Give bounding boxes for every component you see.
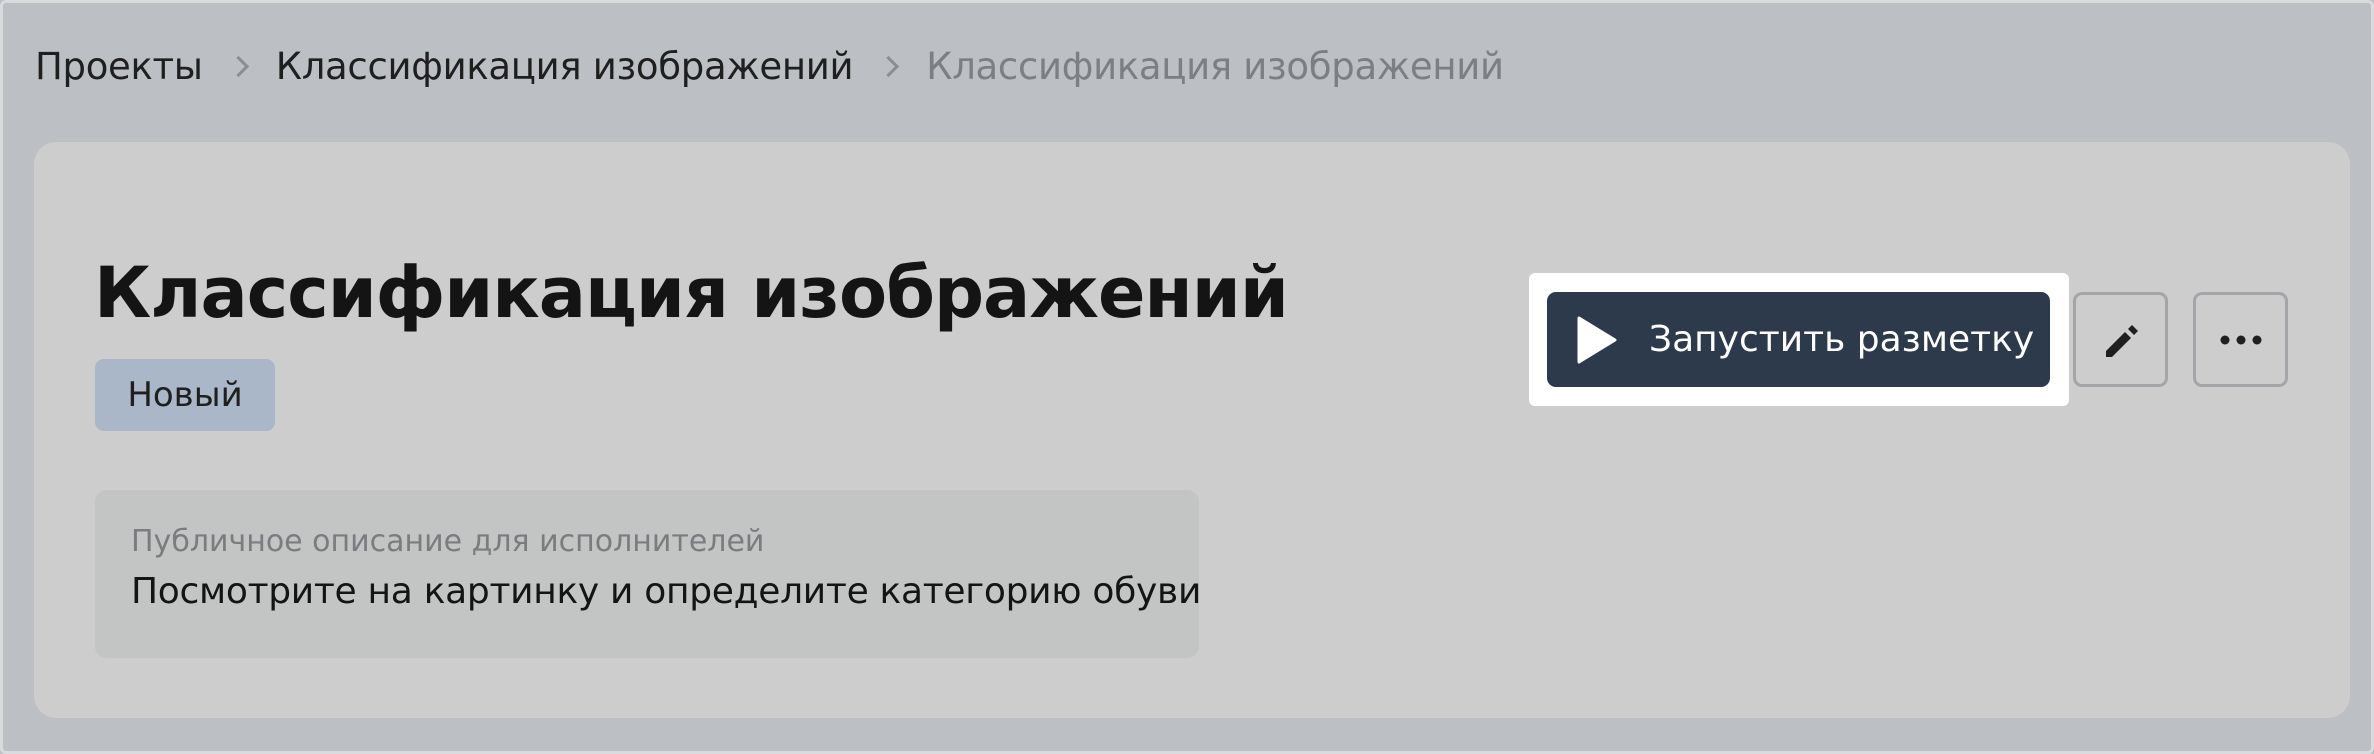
status-badge: Новый — [95, 359, 275, 431]
start-labeling-label: Запустить разметку — [1649, 319, 2035, 360]
public-description: Публичное описание для исполнителей Посм… — [95, 490, 1202, 658]
breadcrumb-item-current: Классификация изображений — [926, 44, 1504, 88]
breadcrumb: Проекты Классификация изображений Класси… — [35, 41, 1504, 91]
play-icon — [1577, 316, 1617, 363]
pencil-icon — [2105, 324, 2138, 357]
project-card: Классификация изображений Новый Публично… — [34, 142, 2350, 718]
breadcrumb-item-project[interactable]: Классификация изображений — [276, 45, 854, 88]
more-horizontal-icon — [2220, 335, 2261, 344]
screen-frame: Проекты Классификация изображений Класси… — [0, 0, 2374, 754]
breadcrumb-item-projects[interactable]: Проекты — [35, 45, 203, 88]
chevron-right-icon — [878, 55, 900, 77]
description-label: Публичное описание для исполнителей — [131, 524, 765, 559]
edit-button[interactable] — [2073, 292, 2168, 387]
chevron-right-icon — [227, 55, 249, 77]
description-text: Посмотрите на картинку и определите кате… — [131, 571, 1202, 612]
more-options-button[interactable] — [2193, 292, 2288, 387]
start-labeling-button[interactable]: Запустить разметку — [1547, 292, 2050, 387]
page-title: Классификация изображений — [94, 252, 1289, 334]
